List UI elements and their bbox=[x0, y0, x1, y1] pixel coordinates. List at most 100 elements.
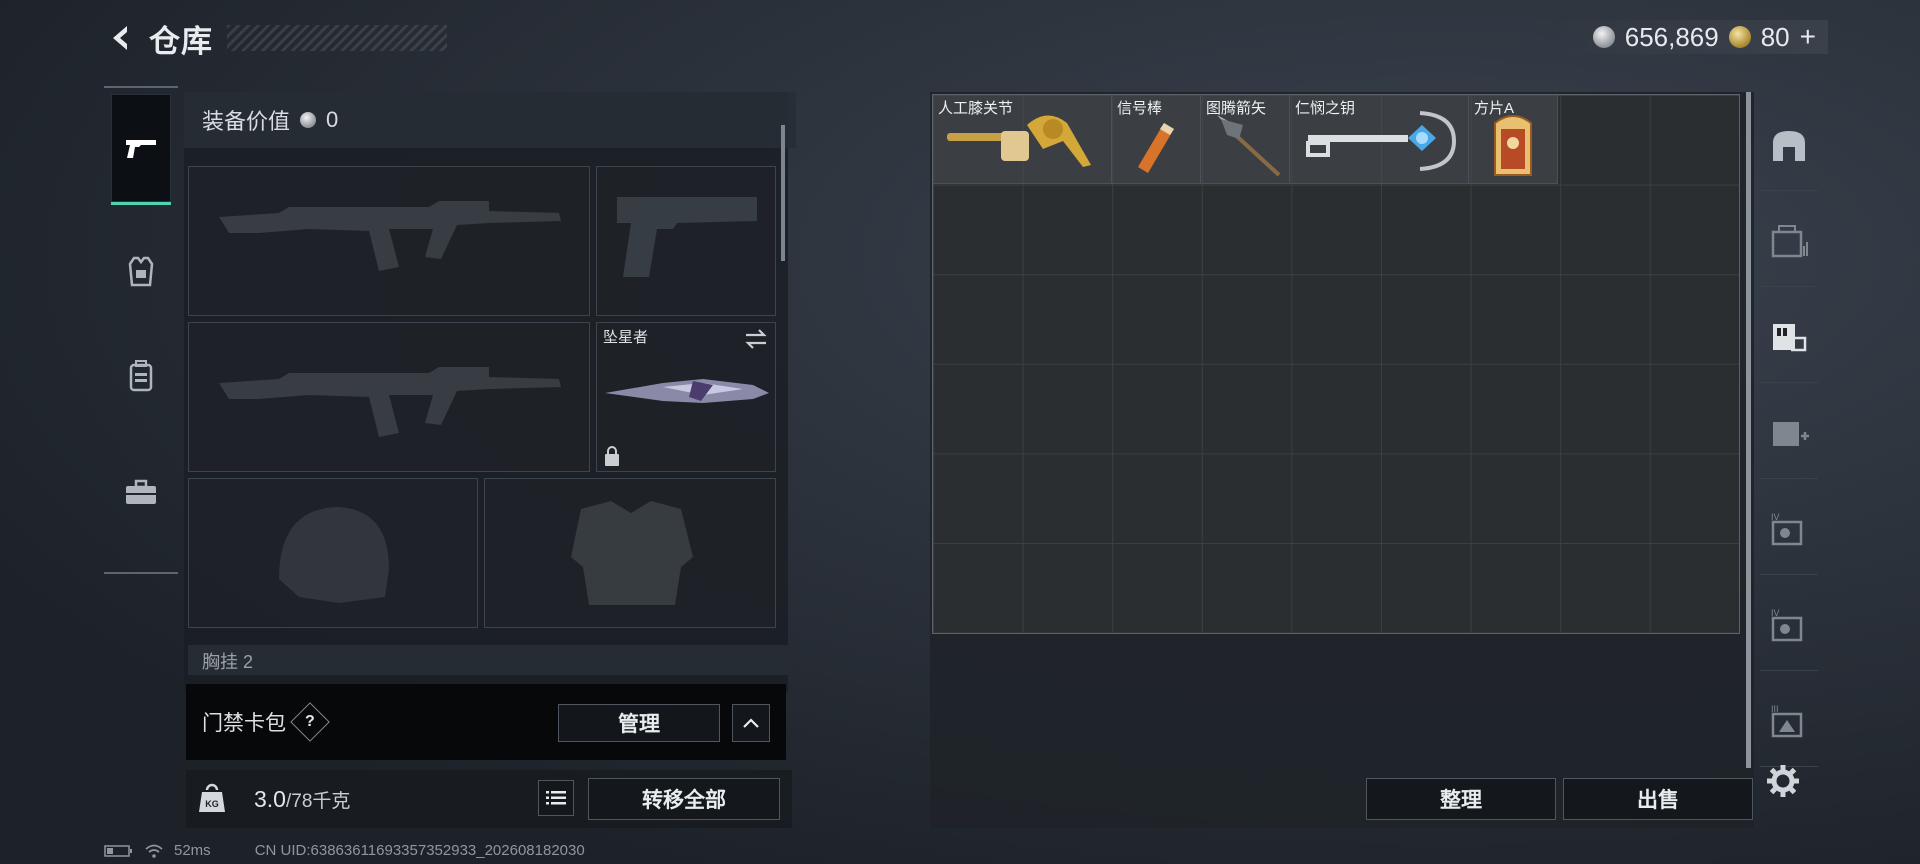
help-button[interactable]: ? bbox=[290, 702, 330, 742]
body-armor-slot[interactable] bbox=[484, 478, 776, 628]
lock-icon bbox=[605, 446, 619, 466]
transfer-all-button[interactable]: 转移全部 bbox=[588, 778, 780, 820]
item-label: 信号棒 bbox=[1117, 100, 1163, 117]
status-bar: 52ms CN UID:6386361169335735293​3_202608… bbox=[104, 842, 585, 859]
equipment-value-bar: 装备价值 0 bbox=[184, 92, 796, 148]
battery-icon bbox=[104, 844, 132, 857]
sell-label: 出售 bbox=[1637, 789, 1679, 812]
header: 仓库 bbox=[105, 18, 447, 59]
nav-weapons[interactable] bbox=[111, 94, 171, 205]
rifle-silhouette-icon bbox=[219, 367, 561, 437]
right-nav-stash[interactable] bbox=[1760, 100, 1818, 191]
right-nav-medical-case[interactable] bbox=[1760, 388, 1818, 479]
manage-label: 管理 bbox=[618, 713, 660, 736]
totem-arrow-icon bbox=[1217, 115, 1281, 177]
item-label: 图腾箭矢 bbox=[1206, 100, 1267, 117]
right-nav-collectibles[interactable] bbox=[1760, 292, 1818, 383]
toolbox-icon bbox=[126, 479, 156, 504]
item-label: 方片A bbox=[1474, 100, 1515, 117]
rifle-silhouette-icon bbox=[219, 201, 561, 271]
wifi-icon bbox=[145, 844, 163, 858]
settings-gear-icon[interactable] bbox=[1766, 764, 1800, 798]
stash-item-artificial-knee[interactable]: 人工膝关节 bbox=[933, 95, 1112, 184]
right-nav-level-iv-case[interactable]: IV bbox=[1760, 484, 1818, 575]
gold-coin-icon bbox=[1728, 26, 1751, 48]
weight-readout: 3.0/78千克 bbox=[254, 786, 350, 813]
weight-max: /78千克 bbox=[285, 791, 351, 812]
right-nav-locker[interactable] bbox=[1760, 196, 1818, 287]
equipment-value-label: 装备价值 bbox=[202, 109, 291, 134]
weight-kg-icon: KG bbox=[199, 783, 225, 812]
expand-button[interactable] bbox=[732, 704, 770, 742]
transfer-all-label: 转移全部 bbox=[642, 789, 726, 812]
keycard-pack-bar: 门禁卡包 ? 管理 bbox=[186, 684, 786, 760]
locker-icon bbox=[1771, 225, 1808, 258]
nav-backpack[interactable] bbox=[111, 322, 171, 430]
uid-readout: CN UID:6386361169335735293​3_20260818203… bbox=[254, 842, 585, 859]
helmet-silhouette-icon bbox=[279, 507, 389, 603]
sell-button[interactable]: 出售 bbox=[1563, 778, 1753, 820]
svg-text:IV: IV bbox=[1771, 512, 1780, 522]
level-iv-case-icon: IV bbox=[1771, 512, 1803, 546]
pistol-silhouette-icon bbox=[617, 197, 757, 277]
svg-text:IV: IV bbox=[1771, 608, 1780, 618]
back-arrow-icon[interactable] bbox=[105, 21, 139, 55]
stash-arch-icon bbox=[1773, 131, 1805, 161]
armor-vest-icon bbox=[128, 256, 154, 287]
swap-icon[interactable] bbox=[743, 327, 769, 351]
nav-toolbox[interactable] bbox=[111, 438, 171, 546]
title-decoration bbox=[227, 25, 447, 51]
right-nav-level-iv-case-2[interactable]: IV bbox=[1760, 580, 1818, 671]
vest-silhouette-icon bbox=[571, 501, 693, 605]
svg-text:III: III bbox=[1771, 704, 1779, 714]
pistol-icon bbox=[126, 140, 156, 158]
nav-armor[interactable] bbox=[111, 218, 171, 326]
medical-case-icon bbox=[1773, 422, 1809, 446]
kg-badge: KG bbox=[205, 799, 219, 809]
item-label: 人工膝关节 bbox=[938, 100, 1014, 117]
silver-coin-icon bbox=[1592, 26, 1615, 48]
stash-item-mercy-key[interactable]: 仁悯之钥 bbox=[1290, 95, 1469, 184]
item-label: 仁悯之钥 bbox=[1295, 100, 1356, 117]
stash-grid[interactable]: 人工膝关节 信号棒 图腾箭矢 仁悯之钥 方片A bbox=[932, 94, 1740, 634]
collectibles-icon bbox=[1773, 324, 1807, 352]
gold-amount: 80 bbox=[1760, 21, 1790, 52]
stash-scrollbar[interactable] bbox=[1746, 92, 1751, 768]
melee-weapon-name: 坠星者 bbox=[603, 329, 649, 346]
currency-bar: 656,869 80 + bbox=[1552, 20, 1828, 54]
primary-weapon-slot[interactable] bbox=[188, 166, 590, 316]
secondary-weapon-slot[interactable] bbox=[596, 166, 776, 316]
list-view-button[interactable] bbox=[538, 780, 574, 816]
add-currency-button[interactable]: + bbox=[1800, 21, 1816, 53]
stash-item-totem-arrow[interactable]: 图腾箭矢 bbox=[1201, 95, 1290, 184]
manage-button[interactable]: 管理 bbox=[558, 704, 720, 742]
primary-weapon-slot-2[interactable] bbox=[188, 322, 590, 472]
chest-rig-label: 胸挂 2 bbox=[202, 652, 254, 672]
equipment-value: 0 bbox=[326, 107, 339, 132]
right-nav-level-iii-case[interactable]: III bbox=[1760, 676, 1818, 767]
loadout-scrollbar[interactable] bbox=[781, 125, 785, 261]
left-category-nav bbox=[104, 86, 178, 574]
level-iii-case-icon: III bbox=[1771, 704, 1803, 738]
silver-coin-icon bbox=[300, 112, 317, 128]
weight-current: 3.0 bbox=[254, 786, 286, 812]
backpack-icon bbox=[129, 360, 153, 392]
melee-weapon-slot[interactable]: 坠星者 bbox=[596, 322, 776, 472]
chest-rig-slot[interactable]: 胸挂 2 bbox=[188, 645, 788, 675]
list-icon bbox=[546, 791, 566, 805]
tidy-button[interactable]: 整理 bbox=[1366, 778, 1556, 820]
level-iv-case-2-icon: IV bbox=[1771, 608, 1803, 642]
ping-readout: 52ms bbox=[174, 842, 211, 859]
stash-item-signal-flare[interactable]: 信号棒 bbox=[1112, 95, 1201, 184]
help-label: ? bbox=[305, 713, 315, 730]
weight-bar: KG 3.0/78千克 转移全部 bbox=[186, 770, 792, 828]
signal-flare-icon bbox=[1138, 123, 1174, 173]
playing-card-icon bbox=[1494, 115, 1532, 176]
tidy-label: 整理 bbox=[1440, 789, 1482, 812]
right-stash-nav: IV IV III bbox=[1760, 100, 1818, 790]
keycard-pack-label: 门禁卡包 bbox=[202, 712, 286, 735]
helmet-slot[interactable] bbox=[188, 478, 478, 628]
chevron-up-icon bbox=[743, 718, 759, 728]
stash-item-diamond-ace[interactable]: 方片A bbox=[1469, 95, 1558, 184]
page-title: 仓库 bbox=[149, 23, 213, 59]
